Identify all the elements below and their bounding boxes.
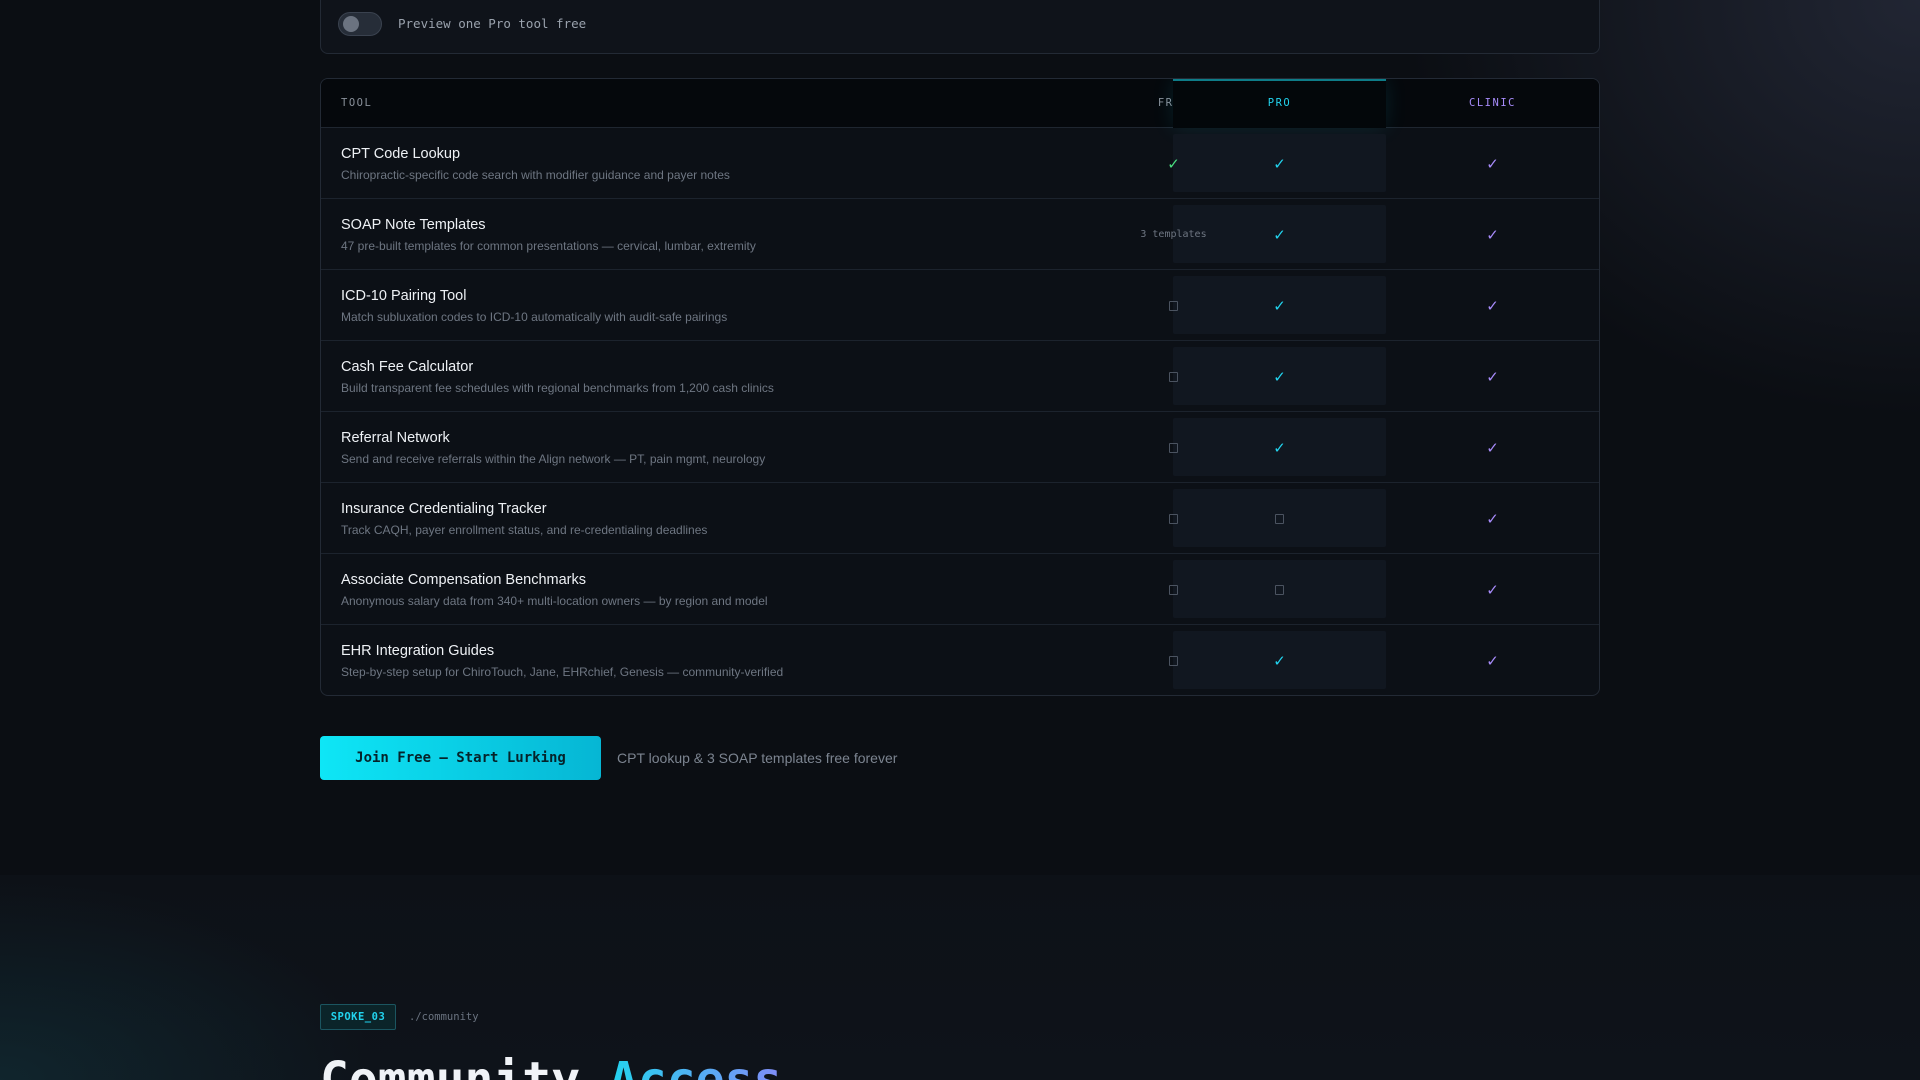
tool-description: Anonymous salary data from 340+ multi-lo… — [341, 594, 768, 608]
table-row: EHR Integration Guides Step-by-step setup… — [321, 625, 1599, 695]
clinic-cell: ✓ — [1386, 270, 1599, 341]
clinic-cell: ✓ — [1386, 483, 1599, 554]
check-icon: ✓ — [1486, 226, 1499, 244]
check-icon: ✓ — [1486, 439, 1499, 457]
pro-cell — [1173, 554, 1386, 625]
tool-description: Step-by-step setup for ChiroTouch, Jane,… — [341, 665, 784, 679]
unavailable-icon — [1275, 584, 1284, 595]
tool-comparison-table: TOOL FREE PRO CLINIC CPT Code Lookup Chir… — [320, 78, 1600, 696]
pro-cell — [1173, 483, 1386, 554]
table-row: ICD-10 Pairing Tool Match subluxation cod… — [321, 270, 1599, 341]
clinic-cell: ✓ — [1386, 199, 1599, 270]
check-icon: ✓ — [1486, 297, 1499, 315]
tool-description: Build transparent fee schedules with reg… — [341, 381, 774, 395]
tool-name: Referral Network — [341, 430, 450, 446]
community-heading-main: Community — [320, 1052, 609, 1080]
join-free-button[interactable]: Join Free — Start Lurking — [320, 736, 601, 780]
tool-description: Chiropractic-specific code search with m… — [341, 168, 730, 182]
table-row: Referral Network Send and receive referra… — [321, 412, 1599, 483]
pro-cell: ✓ — [1173, 199, 1386, 270]
tool-name: ICD-10 Pairing Tool — [341, 288, 467, 304]
tool-description: Match subluxation codes to ICD-10 automa… — [341, 310, 728, 324]
preview-toggle[interactable] — [338, 12, 382, 36]
check-icon: ✓ — [1486, 581, 1499, 599]
table-header: TOOL FREE PRO CLINIC — [321, 79, 1599, 128]
pro-cell: ✓ — [1173, 128, 1386, 199]
check-icon: ✓ — [1486, 368, 1499, 386]
community-heading: Community Access — [320, 1052, 782, 1080]
tool-name: Insurance Credentialing Tracker — [341, 501, 547, 517]
tool-name: Associate Compensation Benchmarks — [341, 572, 587, 588]
toggle-knob — [343, 16, 359, 32]
header-tool: TOOL — [341, 97, 373, 109]
table-row: CPT Code Lookup Chiropractic-specific cod… — [321, 128, 1599, 199]
clinic-cell: ✓ — [1386, 341, 1599, 412]
pro-cell: ✓ — [1173, 625, 1386, 695]
spoke-badge: SPOKE_03 — [320, 1004, 396, 1030]
clinic-cell: ✓ — [1386, 412, 1599, 483]
community-section-background — [0, 875, 1920, 1080]
unavailable-icon — [1275, 513, 1284, 524]
clinic-cell: ✓ — [1386, 625, 1599, 695]
tool-description: Track CAQH, payer enrollment status, and… — [341, 523, 708, 537]
table-row: SOAP Note Templates 47 pre-built template… — [321, 199, 1599, 270]
clinic-cell: ✓ — [1386, 128, 1599, 199]
cta-note: CPT lookup & 3 SOAP templates free forev… — [617, 750, 898, 766]
check-icon: ✓ — [1273, 297, 1286, 315]
tool-name: Cash Fee Calculator — [341, 359, 474, 375]
check-icon: ✓ — [1273, 155, 1286, 173]
check-icon: ✓ — [1273, 439, 1286, 457]
tool-name: CPT Code Lookup — [341, 146, 461, 162]
check-icon: ✓ — [1273, 368, 1286, 386]
spoke-path: ./community — [409, 1011, 479, 1023]
tool-name: EHR Integration Guides — [341, 643, 495, 659]
check-icon: ✓ — [1273, 226, 1286, 244]
tool-name: SOAP Note Templates — [341, 217, 486, 233]
tool-description: 47 pre-built templates for common presen… — [341, 239, 756, 253]
table-row: Associate Compensation Benchmarks Anonymo… — [321, 554, 1599, 625]
community-heading-accent: Access — [609, 1052, 782, 1080]
check-icon: ✓ — [1486, 652, 1499, 670]
clinic-cell: ✓ — [1386, 554, 1599, 625]
preview-toggle-label: Preview one Pro tool free — [398, 16, 587, 31]
header-clinic: CLINIC — [1469, 97, 1516, 109]
table-row: Cash Fee Calculator Build transparent fee… — [321, 341, 1599, 412]
check-icon: ✓ — [1486, 510, 1499, 528]
pro-cell: ✓ — [1173, 412, 1386, 483]
check-icon: ✓ — [1273, 652, 1286, 670]
header-pro: PRO — [1173, 79, 1386, 128]
pro-cell: ✓ — [1173, 341, 1386, 412]
preview-toggle-bar: Preview one Pro tool free — [320, 0, 1600, 54]
table-row: Insurance Credentialing Tracker Track CAQ… — [321, 483, 1599, 554]
pro-cell: ✓ — [1173, 270, 1386, 341]
check-icon: ✓ — [1486, 155, 1499, 173]
tool-description: Send and receive referrals within the Al… — [341, 452, 766, 466]
